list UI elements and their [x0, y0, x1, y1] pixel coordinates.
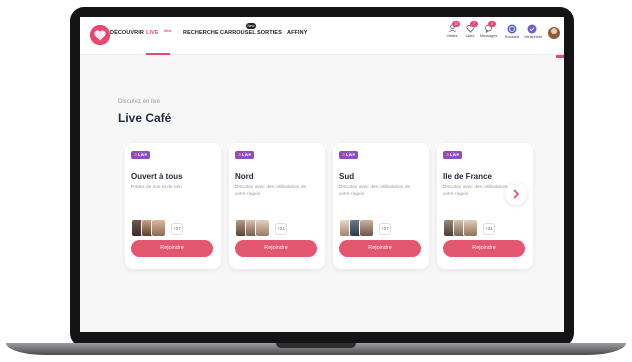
boost-icon [507, 24, 517, 34]
nav-link-outings[interactable]: SORTIES [257, 30, 282, 36]
carousel-next-button[interactable] [505, 183, 527, 205]
room-description: Discutez avec des célibataires de votre … [235, 185, 307, 197]
participant-avatar [463, 219, 478, 237]
room-title: Ouvert à tous [131, 172, 183, 181]
chevron-right-icon [513, 189, 519, 199]
live-room-card[interactable]: Live Sud Discutez avec des célibataires … [333, 143, 429, 269]
user-avatar[interactable] [548, 27, 560, 39]
live-tag-label: Live [346, 152, 356, 157]
messages-count-badge: 2 [488, 21, 496, 27]
join-button[interactable]: Rejoindre [235, 240, 317, 257]
top-nav: DÉCOUVRIR LIVE New RECHERCHE CARROUSEL N… [80, 17, 564, 55]
live-new-badge: New [164, 29, 172, 33]
nav-link-affiny[interactable]: AFFINY [287, 30, 307, 36]
messages-label: Messages [480, 34, 498, 38]
likes-label: Likes [465, 34, 475, 38]
nav-link-discover[interactable]: DÉCOUVRIR [110, 30, 144, 36]
nav-messages[interactable]: 2 Messages [480, 21, 498, 38]
laptop-mockup: DÉCOUVRIR LIVE New RECHERCHE CARROUSEL N… [0, 0, 632, 362]
visits-count-badge: 12 [452, 21, 460, 27]
verisphere-icon [527, 24, 537, 34]
live-tag-label: Live [138, 152, 148, 157]
participant-avatar [151, 219, 166, 237]
nav-link-carousel[interactable]: CARROUSEL [220, 30, 256, 36]
live-tag: Live [235, 151, 255, 159]
more-participants-count: +24 [275, 223, 287, 235]
live-tag: Live [443, 151, 463, 159]
participant-avatar [359, 219, 374, 237]
more-participants-count: +27 [171, 223, 183, 235]
live-dot-icon [134, 153, 137, 157]
nav-link-search[interactable]: RECHERCHE [183, 30, 219, 36]
nav-verisphere[interactable]: Verisphere [524, 24, 543, 39]
nav-visits[interactable]: 12 Visites [444, 21, 460, 38]
live-tag-label: Live [242, 152, 252, 157]
section-subtitle: Discutez en live [118, 99, 161, 105]
join-button[interactable]: Rejoindre [339, 240, 421, 257]
live-dot-icon [238, 153, 241, 157]
accent-stripe [556, 55, 564, 58]
laptop-notch [276, 343, 356, 348]
participant-avatar [255, 219, 270, 237]
app-screen: DÉCOUVRIR LIVE New RECHERCHE CARROUSEL N… [80, 17, 564, 332]
live-room-card[interactable]: Live Nord Discutez avec des célibataires… [229, 143, 325, 269]
boosted-label: Boosted [505, 35, 519, 39]
live-tag-label: Live [450, 152, 460, 157]
room-title: Sud [339, 172, 355, 181]
live-dot-icon [342, 153, 345, 157]
more-participants-count: +21 [483, 223, 495, 235]
carousel-new-badge: New [246, 23, 256, 29]
heart-logo-icon[interactable] [89, 24, 111, 46]
room-description: Discutez avec des célibataires de votre … [339, 185, 411, 197]
nav-likes[interactable]: 7 Likes [462, 21, 478, 38]
live-tag: Live [339, 151, 359, 159]
live-dot-icon [446, 153, 449, 157]
room-description: Parlez de tout et de rien [131, 185, 182, 190]
visits-label: Visites [446, 34, 458, 38]
likes-count-badge: 7 [470, 21, 478, 27]
live-tag: Live [131, 151, 151, 159]
join-button[interactable]: Rejoindre [131, 240, 213, 257]
live-room-card[interactable]: Live Ouvert à tous Parlez de tout et de … [125, 143, 221, 269]
live-room-card[interactable]: Live Ile de France Discutez avec des cél… [437, 143, 533, 269]
more-participants-count: +27 [379, 223, 391, 235]
join-button[interactable]: Rejoindre [443, 240, 525, 257]
room-title: Nord [235, 172, 254, 181]
section-title: Live Café [118, 111, 172, 125]
active-tab-indicator [146, 53, 170, 55]
nav-boosted[interactable]: Boosted [504, 24, 520, 39]
verisphere-label: Verisphere [524, 35, 543, 39]
room-title: Ile de France [443, 172, 492, 181]
nav-link-live[interactable]: LIVE [146, 30, 159, 36]
